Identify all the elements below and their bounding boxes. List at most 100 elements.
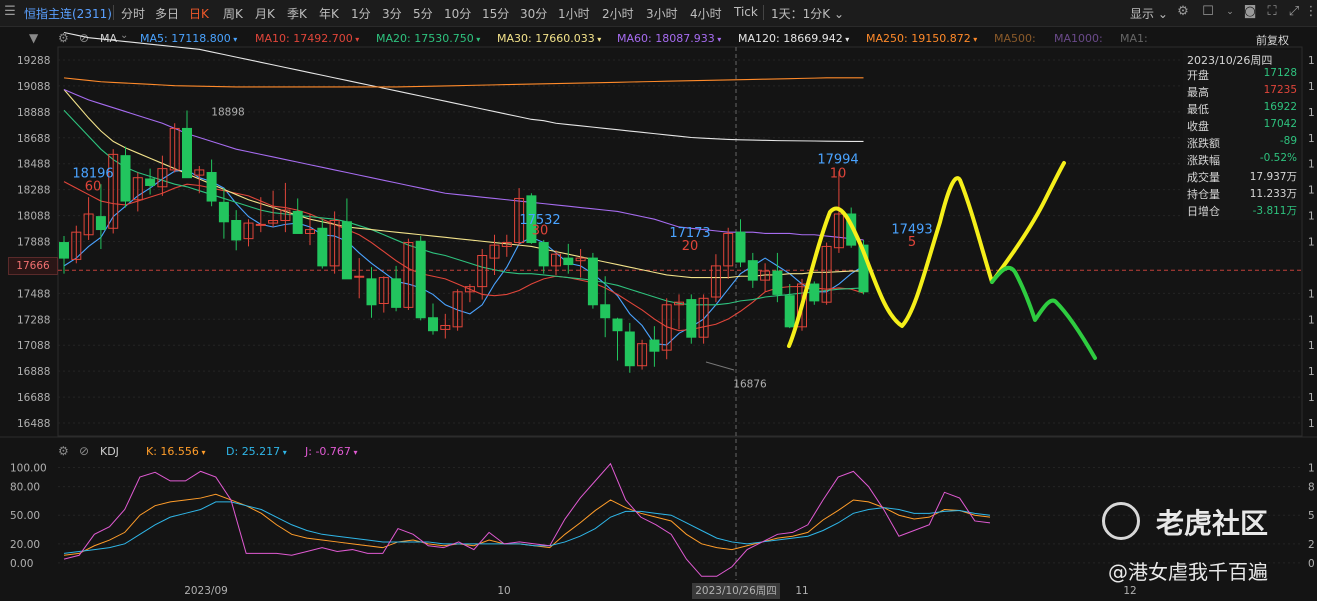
- price-tick-label: 1: [1308, 211, 1315, 223]
- kdj-line-j: [63, 462, 991, 577]
- info-row: 持仓量 11.233万: [1187, 186, 1297, 203]
- info-label: 收盘: [1187, 120, 1209, 133]
- info-value: 16922: [1263, 101, 1297, 113]
- dropdown-icon: ▾: [280, 448, 287, 457]
- candle-body: [145, 178, 156, 186]
- kdj-tick-label: 80.00: [10, 482, 40, 494]
- candle-body: [366, 278, 377, 306]
- x-tick-label: 2023/10/26周四: [695, 585, 777, 597]
- candle-body: [587, 257, 598, 306]
- annotation-label: 16876: [733, 379, 767, 391]
- watermark-author: @港女虐我千百遍: [1108, 560, 1268, 584]
- info-row: 涨跌额 -89: [1187, 135, 1297, 152]
- kdj-name: J:: [305, 445, 316, 458]
- candle-body: [231, 219, 242, 241]
- kdj-legend-item[interactable]: K: 16.556 ▾: [146, 445, 205, 458]
- watermark-brand: 老虎社区: [1156, 507, 1269, 540]
- kdj-tick-label-right: 2: [1308, 539, 1315, 551]
- kdj-tick-label: 50.00: [10, 510, 40, 522]
- candle-body: [428, 317, 438, 332]
- info-label: 开盘: [1187, 69, 1209, 82]
- kdj-name: D:: [226, 445, 242, 458]
- kdj-line-k: [63, 493, 991, 556]
- annotation-label: 10: [830, 167, 847, 182]
- candle-body: [624, 331, 635, 367]
- annotation-pointer: [705, 361, 735, 371]
- kdj-legend-item[interactable]: D: 25.217 ▾: [226, 445, 287, 458]
- candle-body: [649, 339, 660, 352]
- ma-line-ma120: [63, 31, 864, 142]
- info-row: 最低 16922: [1187, 101, 1297, 118]
- dropdown-icon: ▾: [198, 448, 206, 457]
- candle-body: [600, 304, 611, 319]
- info-row: 成交量 17.937万: [1187, 169, 1297, 186]
- settings-icon[interactable]: ⚙: [58, 444, 69, 458]
- price-tick-label: 16488: [17, 418, 50, 430]
- price-tick-label: 1: [1308, 366, 1315, 378]
- price-tick-label: 18688: [17, 133, 50, 145]
- info-label: 最低: [1187, 103, 1209, 116]
- kdj-line-d: [63, 501, 991, 554]
- candle-body: [784, 295, 795, 328]
- info-value: 17.937万: [1249, 171, 1297, 183]
- kdj-value: -0.767: [315, 445, 351, 458]
- price-tick-label: 1: [1308, 159, 1315, 171]
- price-tick-label: 1: [1308, 55, 1315, 67]
- price-tick-label: 19288: [17, 55, 50, 67]
- hide-icon[interactable]: ⊘: [79, 444, 89, 458]
- current-price-value: 17666: [16, 260, 50, 272]
- price-tick-label: 18288: [17, 185, 50, 197]
- info-row: 开盘 17128: [1187, 67, 1297, 84]
- annotations: 1889818196601753230 171732017994101749351…: [72, 107, 1137, 599]
- candle-body: [809, 283, 820, 302]
- current-price-tag: 17666: [8, 257, 58, 275]
- moving-average-lines: [63, 31, 864, 346]
- price-tick-label: 16688: [17, 392, 50, 404]
- price-tick-label: 1: [1308, 340, 1315, 352]
- info-value: 17042: [1263, 118, 1297, 130]
- candle-body: [735, 231, 746, 263]
- price-tick-label: 1: [1308, 81, 1315, 93]
- hand-drawn-overlay: [787, 161, 1097, 360]
- price-tick-label: 17288: [17, 314, 50, 326]
- info-row: 最高 17235: [1187, 84, 1297, 101]
- info-value: -0.52%: [1259, 152, 1297, 164]
- info-label: 成交量: [1187, 171, 1220, 184]
- price-tick-label: 16888: [17, 366, 50, 378]
- watermark-logo: [1102, 502, 1140, 540]
- x-tick-label: 11: [795, 585, 808, 597]
- price-tick-label: 18488: [17, 159, 50, 171]
- info-row: 日增仓 -3.811万: [1187, 203, 1297, 220]
- x-tick-label: 12: [1123, 585, 1136, 597]
- info-value: 17128: [1263, 67, 1297, 79]
- kdj-tick-label: 100.00: [10, 463, 47, 475]
- kdj-tick-label: 0.00: [10, 558, 33, 570]
- candle-body: [747, 260, 758, 281]
- price-tick-label: 1: [1308, 133, 1315, 145]
- price-tick-label: 18088: [17, 211, 50, 223]
- kdj-tick-label-right: 5: [1308, 510, 1315, 522]
- info-label: 涨跌额: [1187, 137, 1220, 150]
- x-tick-label: 2023/09: [184, 585, 228, 597]
- kdj-tick-label-right: 1: [1308, 463, 1315, 475]
- kdj-legend-item[interactable]: J: -0.767 ▾: [305, 445, 357, 458]
- candle-body: [686, 299, 697, 338]
- candle-body: [538, 242, 549, 267]
- price-tick-label: 1: [1308, 107, 1315, 119]
- candle-body: [292, 210, 303, 234]
- price-tick-label: 17888: [17, 237, 50, 249]
- kdj-tick-label-right: 8: [1308, 482, 1315, 494]
- annotation-label: 20: [682, 239, 699, 254]
- annotation-label: 17994: [817, 152, 858, 167]
- annotation-label: 5: [908, 235, 916, 250]
- kdj-value: 25.217: [241, 445, 281, 458]
- candle-body: [354, 275, 365, 278]
- info-row: 收盘 17042: [1187, 118, 1297, 135]
- price-tick-label: 1: [1308, 418, 1315, 430]
- kdj-tick-label-right: 0: [1308, 558, 1315, 570]
- kdj-label[interactable]: KDJ: [100, 445, 119, 458]
- candle-body: [120, 155, 131, 202]
- hand-drawn-yellow-path: [787, 161, 1066, 348]
- candle-body: [415, 240, 426, 319]
- candle-body: [218, 201, 229, 223]
